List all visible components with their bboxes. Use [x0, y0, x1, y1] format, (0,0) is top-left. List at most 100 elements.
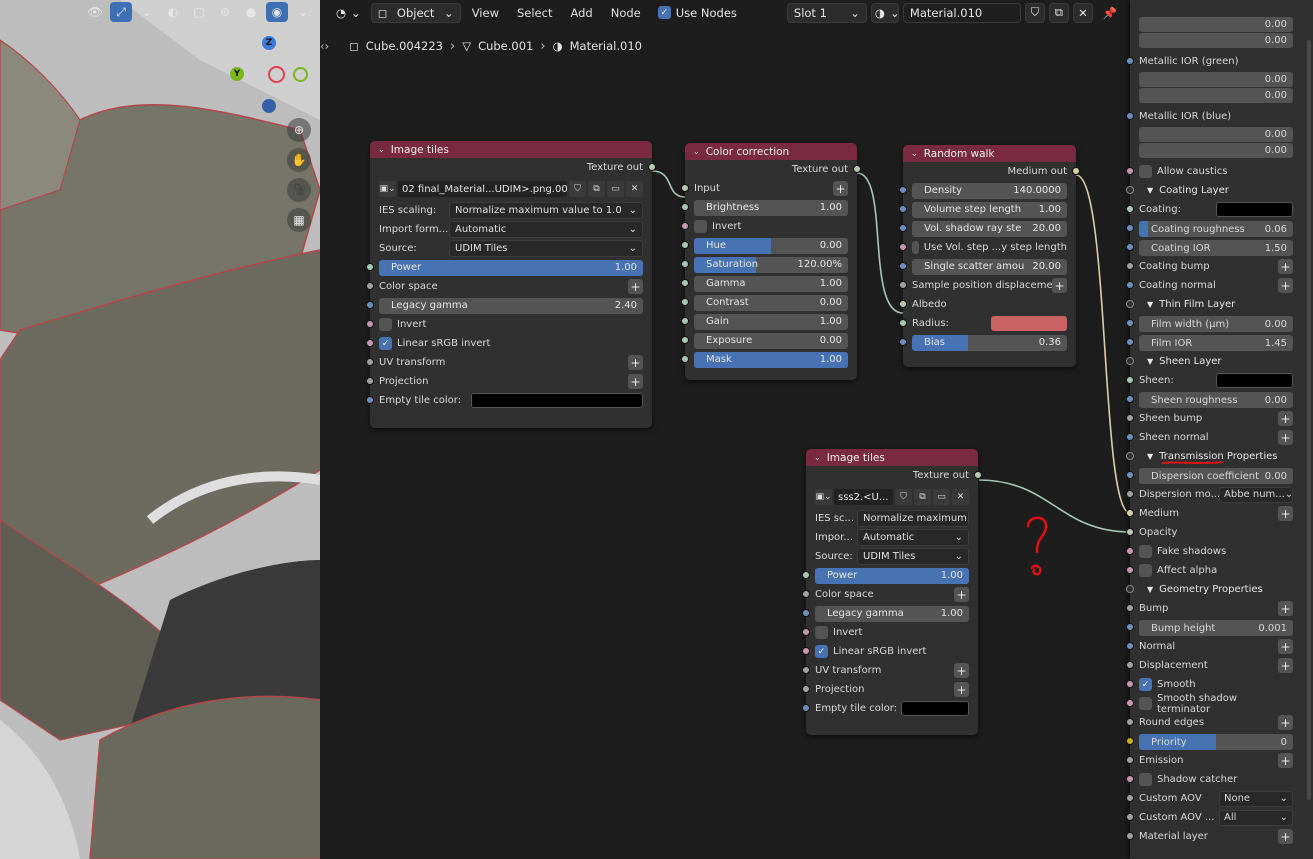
- input-socket[interactable]: [899, 338, 907, 346]
- input-socket[interactable]: [899, 281, 907, 289]
- coating-layer-panel[interactable]: ▼ Coating Layer: [1126, 181, 1313, 200]
- invert-checkbox[interactable]: [815, 626, 828, 639]
- input-socket[interactable]: [1126, 623, 1134, 631]
- input-socket[interactable]: [802, 590, 810, 598]
- pan-hand-icon[interactable]: ✋: [287, 148, 311, 172]
- expand-plus-icon[interactable]: +: [1278, 639, 1293, 654]
- input-socket[interactable]: [681, 241, 689, 249]
- metallic-ior-blue-field[interactable]: 0.00: [1139, 143, 1293, 158]
- source-dropdown[interactable]: UDIM Tiles ⌄: [857, 548, 969, 565]
- input-socket[interactable]: [899, 243, 907, 251]
- expand-plus-icon[interactable]: +: [1278, 753, 1293, 768]
- collapse-arrow-icon[interactable]: ⌄: [814, 453, 821, 462]
- material-browse[interactable]: ◑ ⌄: [870, 2, 900, 23]
- input-socket[interactable]: [1126, 319, 1134, 327]
- shading-options-icon[interactable]: ⌄: [292, 2, 314, 22]
- saturation-field[interactable]: Saturation 120.00%: [694, 256, 848, 273]
- duplicate-icon[interactable]: ⧉: [588, 181, 605, 197]
- metallic-ior-green-field[interactable]: 0.00: [1139, 72, 1293, 87]
- expand-plus-icon[interactable]: +: [1278, 259, 1293, 274]
- node-random-walk[interactable]: ⌄ Random walk Medium out Density 140.0000 …: [899, 145, 1080, 367]
- breadcrumb-object[interactable]: Cube.004223: [366, 39, 443, 53]
- menu-add[interactable]: Add: [563, 6, 599, 20]
- input-socket[interactable]: [681, 279, 689, 287]
- gizmo-toggle-icon[interactable]: ⤢: [110, 2, 132, 22]
- brightness-field[interactable]: Brightness 1.00: [694, 199, 848, 216]
- image-name[interactable]: sss2.<U...: [834, 489, 893, 505]
- use-vol-checkbox[interactable]: [912, 241, 919, 254]
- chevron-down-icon[interactable]: ⌄: [136, 2, 158, 22]
- node-header[interactable]: ⌄ Image tiles: [806, 449, 978, 466]
- input-socket[interactable]: [1126, 490, 1134, 498]
- empty-tile-color-swatch[interactable]: [471, 393, 643, 408]
- collapse-arrow-icon[interactable]: ⌄: [911, 149, 918, 158]
- input-socket[interactable]: [802, 609, 810, 617]
- pin-icon[interactable]: 📌: [1097, 3, 1123, 23]
- node-header[interactable]: ⌄ Color correction: [685, 143, 857, 160]
- input-socket[interactable]: [1126, 528, 1134, 536]
- input-socket[interactable]: [1126, 224, 1134, 232]
- sidebar-toggle-icon[interactable]: ‹›: [320, 39, 329, 53]
- expand-plus-icon[interactable]: +: [1278, 411, 1293, 426]
- overlay-icon[interactable]: ◐: [162, 2, 184, 22]
- expand-plus-icon[interactable]: +: [1278, 715, 1293, 730]
- fake-user-icon[interactable]: ⛉: [569, 181, 586, 197]
- wireframe-shading-icon[interactable]: ⊕: [214, 2, 236, 22]
- node-image-tiles-1[interactable]: ⌄ Image tiles Texture out ▣⌄ 02 final_Mat…: [366, 141, 656, 428]
- input-socket[interactable]: [802, 647, 810, 655]
- menu-node[interactable]: Node: [604, 6, 648, 20]
- invert-checkbox[interactable]: [694, 220, 707, 233]
- input-socket[interactable]: [366, 320, 374, 328]
- material-node-panel[interactable]: 0.00 0.00 Metallic IOR (green) 0.00 0.00…: [1126, 0, 1313, 859]
- duplicate-icon[interactable]: ⧉: [914, 489, 931, 505]
- input-socket[interactable]: [1126, 604, 1134, 612]
- priority-field[interactable]: Priority 0: [1139, 734, 1293, 750]
- input-socket[interactable]: [366, 263, 374, 271]
- input-socket[interactable]: [366, 396, 374, 404]
- input-socket[interactable]: [681, 203, 689, 211]
- input-socket[interactable]: [1126, 281, 1134, 289]
- smooth-checkbox[interactable]: ✓: [1139, 678, 1152, 691]
- output-socket[interactable]: [1072, 167, 1080, 175]
- output-socket[interactable]: [974, 471, 982, 479]
- expand-plus-icon[interactable]: +: [833, 181, 848, 196]
- image-name[interactable]: 02 final_Material...UDIM>.png.001: [398, 181, 567, 197]
- legacy-gamma-field[interactable]: Legacy gamma 2.40: [379, 297, 643, 314]
- sheen-roughness-field[interactable]: Sheen roughness 0.00: [1139, 392, 1293, 408]
- expand-plus-icon[interactable]: +: [1278, 278, 1293, 293]
- coating-ior-field[interactable]: Coating IOR 1.50: [1139, 240, 1293, 256]
- expand-plus-icon[interactable]: +: [1278, 506, 1293, 521]
- empty-tile-color-swatch[interactable]: [901, 701, 969, 716]
- metallic-ior-field[interactable]: 0.00: [1139, 17, 1293, 32]
- import-dropdown[interactable]: Automatic ⌄: [449, 221, 643, 238]
- input-socket[interactable]: [802, 685, 810, 693]
- grid-icon[interactable]: ▦: [287, 208, 311, 232]
- node-image-tiles-2[interactable]: ⌄ Image tiles Texture out ▣⌄ sss2.<U... ⛉…: [802, 449, 982, 735]
- linear-checkbox[interactable]: ✓: [379, 337, 392, 350]
- input-socket[interactable]: [1126, 167, 1134, 175]
- power-field[interactable]: Power 1.00: [815, 567, 969, 584]
- axis-neg-z[interactable]: [262, 99, 276, 113]
- breadcrumb-material[interactable]: Material.010: [570, 39, 642, 53]
- hue-field[interactable]: Hue 0.00: [694, 237, 848, 254]
- input-socket[interactable]: [1126, 661, 1134, 669]
- source-dropdown[interactable]: UDIM Tiles ⌄: [449, 240, 643, 257]
- axis-z[interactable]: Z: [262, 36, 276, 50]
- input-socket[interactable]: [681, 222, 689, 230]
- axis-y[interactable]: Y: [230, 67, 244, 81]
- sheen-color-swatch[interactable]: [1216, 373, 1293, 388]
- slot-dropdown[interactable]: Slot 1 ⌄: [786, 2, 867, 23]
- input-socket[interactable]: [1126, 642, 1134, 650]
- xray-icon[interactable]: ▢: [188, 2, 210, 22]
- input-socket[interactable]: [1126, 756, 1134, 764]
- input-socket[interactable]: [899, 205, 907, 213]
- node-header[interactable]: ⌄ Image tiles: [370, 141, 652, 158]
- smooth-shadow-checkbox[interactable]: [1139, 697, 1152, 710]
- input-socket[interactable]: [1126, 794, 1134, 802]
- input-socket[interactable]: [1126, 813, 1134, 821]
- ies-dropdown[interactable]: Normalize maximum...⌄: [857, 510, 969, 527]
- dispersion-coef-field[interactable]: Dispersion coefficient 0.00: [1139, 468, 1293, 484]
- invert-checkbox[interactable]: [379, 318, 392, 331]
- single-scatter-field[interactable]: Single scatter amou 20.00: [912, 258, 1067, 275]
- input-socket[interactable]: [1126, 433, 1134, 441]
